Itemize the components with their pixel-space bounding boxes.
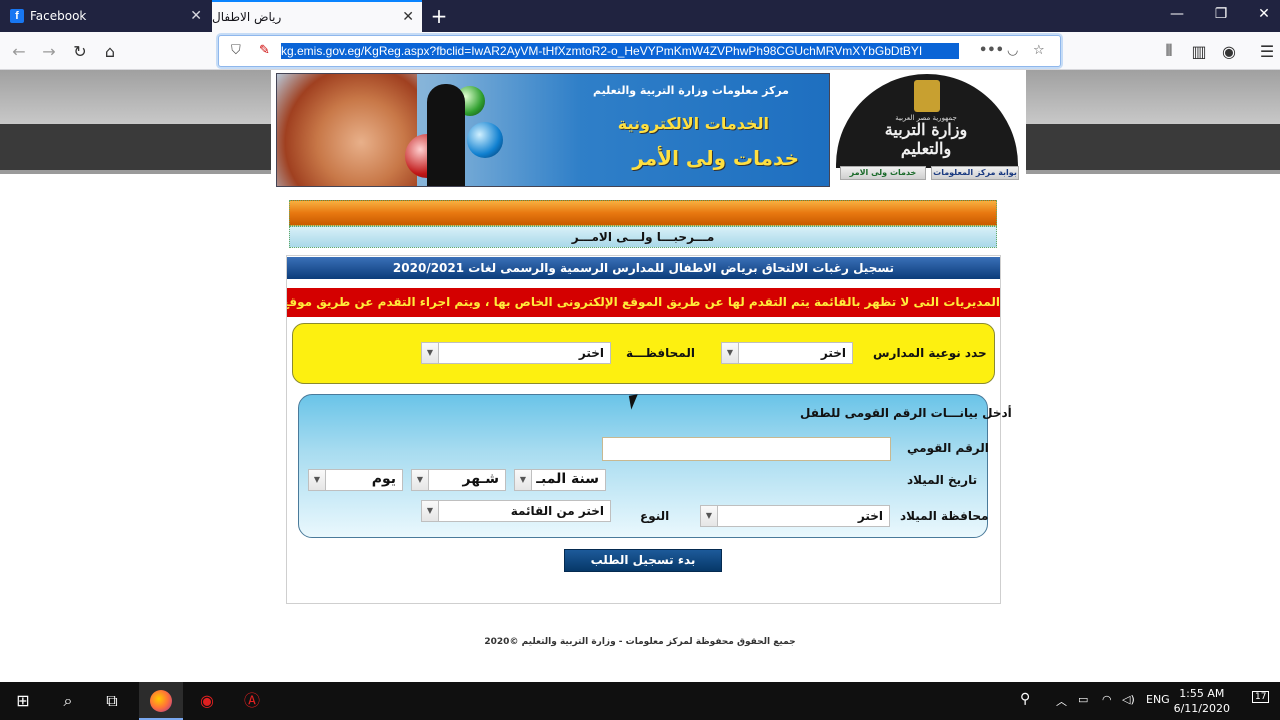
notification-badge[interactable]: 17: [1252, 691, 1270, 703]
reload-icon[interactable]: ↻: [69, 40, 91, 62]
pocket-icon[interactable]: ◡: [1007, 43, 1018, 58]
url-text[interactable]: kg.emis.gov.eg/KgReg.aspx?fbclid=IwAR2Ay…: [281, 43, 959, 59]
header-banner-image: مركز معلومات وزارة التربية والتعليم الخد…: [276, 73, 830, 187]
birthdate-label: تاريخ الميلاد: [907, 473, 978, 487]
governorate-select[interactable]: اختر ▼: [421, 342, 611, 364]
close-tab-icon[interactable]: ✕: [402, 9, 414, 25]
volume-icon[interactable]: ◁): [1122, 693, 1135, 706]
battery-icon[interactable]: ▭: [1078, 693, 1088, 706]
browser-nav-bar: ← → ↻ ⌂ ⛉ ✎ kg.emis.gov.eg/KgReg.aspx?fb…: [0, 32, 1280, 70]
insecure-lock-icon[interactable]: ✎: [259, 43, 270, 58]
app-a-icon[interactable]: Ⓐ: [241, 690, 263, 712]
recorder-app-icon[interactable]: ◉: [196, 690, 218, 712]
clock-time: 1:55 AM: [1179, 687, 1225, 700]
url-bar[interactable]: ⛉ ✎ kg.emis.gov.eg/KgReg.aspx?fbclid=IwA…: [218, 35, 1061, 67]
tab-label: Facebook: [30, 9, 87, 23]
national-id-label: الرقم القومي: [907, 441, 989, 455]
language-indicator[interactable]: ENG: [1146, 693, 1170, 706]
orange-divider-bar: [289, 200, 997, 226]
windows-taskbar: ⊞ ⌕ ⧉ ◉ Ⓐ ⚲ ︿ ▭ ◠ ◁) ENG 1:55 AM 6/11/20…: [0, 682, 1280, 720]
minimize-icon[interactable]: —: [1162, 6, 1192, 22]
sidebar-icon[interactable]: ▥: [1188, 40, 1210, 62]
account-icon[interactable]: ◉: [1218, 40, 1240, 62]
taskbar-firefox[interactable]: [139, 682, 183, 720]
birth-governorate-select[interactable]: اختر ▼: [700, 505, 890, 527]
chevron-down-icon[interactable]: ▼: [422, 343, 439, 363]
birth-governorate-label: محافظة الميلاد: [900, 509, 989, 523]
eagle-emblem-icon: [914, 80, 940, 112]
clock[interactable]: 1:55 AM 6/11/2020: [1174, 686, 1230, 716]
blue-globe: [467, 122, 503, 158]
library-icon[interactable]: ⫴: [1158, 40, 1180, 62]
school-type-select[interactable]: اختر ▼: [721, 342, 853, 364]
gender-select[interactable]: اختر من القائمة ▼: [421, 500, 611, 522]
chevron-down-icon[interactable]: ▼: [515, 470, 532, 490]
shield-icon[interactable]: ⛉: [231, 43, 241, 58]
nid-section-title: أدخل بيانـــات الرقم القومى للطفل: [800, 406, 1012, 420]
notice-banner: المديريات التى لا تظهر بالقائمة يتم التق…: [287, 288, 1000, 317]
maximize-icon[interactable]: ❐: [1206, 6, 1236, 22]
school-type-label: حدد نوعية المدارس: [873, 346, 987, 360]
browser-tab-bar: f Facebook ✕ رياض الاطفال ✕ + — ❐ ✕: [0, 0, 1280, 32]
back-icon[interactable]: ←: [8, 40, 30, 62]
national-id-input[interactable]: [602, 437, 891, 461]
banner-line-3: خدمات ولى الأمر: [632, 146, 799, 170]
task-view-icon[interactable]: ⧉: [101, 690, 123, 712]
banner-line-1: مركز معلومات وزارة التربية والتعليم: [593, 84, 789, 97]
birth-month-select[interactable]: شـهر ▼: [411, 469, 506, 491]
chevron-down-icon[interactable]: ▼: [701, 506, 718, 526]
wifi-icon[interactable]: ◠: [1102, 693, 1112, 706]
new-tab-icon[interactable]: +: [428, 4, 450, 28]
chevron-down-icon[interactable]: ▼: [422, 501, 439, 521]
windows-start-icon[interactable]: ⊞: [12, 690, 34, 712]
tab-active[interactable]: رياض الاطفال ✕: [212, 0, 422, 32]
banner-line-2: الخدمات الالكترونية: [617, 114, 769, 133]
form-title: تسجيل رغبات الالتحاق برياض الاطفال للمدا…: [287, 257, 1000, 279]
birth-day-select[interactable]: يوم ▼: [308, 469, 403, 491]
start-registration-button[interactable]: بدء تسجيل الطلب: [564, 549, 722, 572]
chevron-down-icon[interactable]: ▼: [412, 470, 429, 490]
forward-icon[interactable]: →: [38, 40, 60, 62]
chevron-down-icon[interactable]: ▼: [722, 343, 739, 363]
governorate-label: المحافظـــة: [626, 346, 695, 360]
more-actions-icon[interactable]: •••: [979, 43, 1004, 58]
facebook-icon: f: [10, 9, 24, 23]
nav-link-info-portal[interactable]: بوابة مركز المعلومات: [931, 166, 1019, 180]
menu-icon[interactable]: ☰: [1256, 40, 1278, 62]
tab-label: رياض الاطفال: [212, 10, 282, 24]
bookmark-star-icon[interactable]: ☆: [1033, 43, 1045, 58]
page-container: مركز معلومات وزارة التربية والتعليم الخد…: [271, 70, 1026, 622]
footer-copyright: جميع الحقوق محفوظة لمركز معلومات - وزارة…: [484, 637, 796, 647]
clock-date: 6/11/2020: [1173, 702, 1230, 715]
firefox-icon: [150, 690, 172, 712]
tray-chevron-icon[interactable]: ︿: [1056, 693, 1067, 709]
close-tab-icon[interactable]: ✕: [190, 8, 202, 24]
chevron-down-icon[interactable]: ▼: [309, 470, 326, 490]
search-icon[interactable]: ⌕: [57, 690, 79, 712]
welcome-banner: مـــرحبـــا ولـــى الامـــر: [289, 226, 997, 248]
silhouette-figure: [427, 84, 465, 186]
hands-image: [277, 74, 417, 186]
logo-text: وزارة التربية والتعليم: [884, 120, 968, 158]
home-icon[interactable]: ⌂: [99, 40, 121, 62]
tab-facebook[interactable]: f Facebook ✕: [0, 0, 212, 32]
nav-link-parent-services[interactable]: خدمات ولى الامر: [840, 166, 926, 180]
birth-year-select[interactable]: سنة المبـ ▼: [514, 469, 606, 491]
people-icon[interactable]: ⚲: [1020, 691, 1030, 707]
gender-label: النوع: [640, 509, 670, 523]
close-window-icon[interactable]: ✕: [1249, 6, 1279, 22]
web-page: مركز معلومات وزارة التربية والتعليم الخد…: [0, 70, 1280, 682]
